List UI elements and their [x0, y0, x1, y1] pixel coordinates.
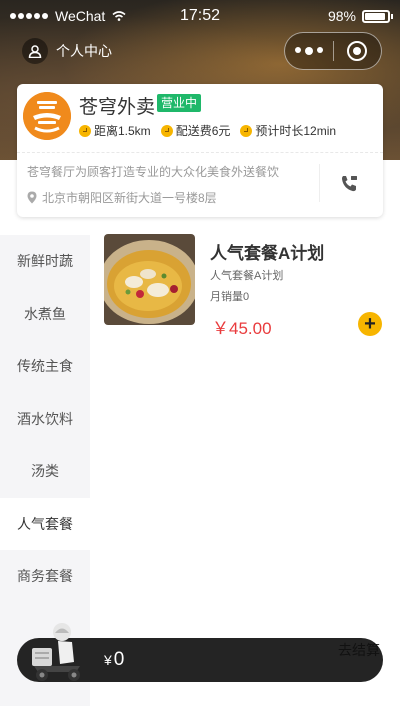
location-pin-icon	[27, 191, 37, 204]
address-text: 北京市朝阳区新街大道一号楼8层	[42, 191, 217, 205]
product-image	[104, 234, 195, 325]
product-item[interactable]: 人气套餐A计划 人气套餐A计划 月销量0 ￥45.00 +	[104, 234, 394, 338]
category-item-active[interactable]: 人气套餐	[0, 497, 90, 550]
user-icon	[22, 38, 48, 64]
personal-center-label: 个人中心	[56, 43, 112, 59]
category-item[interactable]: 新鲜时蔬	[0, 235, 90, 288]
more-menu-button[interactable]	[285, 47, 333, 55]
shop-info-card: 苍穹外卖 营业中 距离1.5km 配送费6元 预计时长12min 苍穹餐厅为顾客…	[17, 84, 383, 217]
battery-icon	[362, 9, 393, 23]
cart-total: ¥0	[104, 649, 124, 671]
plus-icon: +	[364, 313, 376, 335]
product-name: 人气套餐A计划	[210, 244, 325, 263]
personal-center-link[interactable]: 个人中心	[22, 38, 112, 64]
shop-logo	[23, 92, 71, 140]
shop-meta: 距离1.5km 配送费6元 预计时长12min	[79, 122, 336, 139]
card-divider	[17, 152, 383, 153]
cart-total-amount: 0	[113, 649, 125, 670]
status-bar: WeChat 17:52 98%	[0, 0, 400, 32]
distance-text: 距离1.5km	[94, 124, 151, 138]
product-sales: 月销量0	[210, 291, 250, 303]
miniprogram-capsule	[284, 32, 382, 70]
delivery-fee-icon	[160, 124, 173, 137]
category-item[interactable]: 传统主食	[0, 340, 90, 393]
distance-icon	[79, 124, 91, 137]
battery-percent: 98%	[327, 8, 356, 24]
checkout-button[interactable]: 去结算	[338, 640, 380, 660]
phone-icon	[342, 176, 357, 192]
eta-icon	[240, 124, 253, 137]
delivery-fee-text: 配送费6元	[175, 124, 231, 138]
exit-icon	[347, 41, 368, 61]
product-description: 人气套餐A计划	[210, 270, 284, 282]
add-to-cart-button[interactable]: +	[358, 312, 382, 336]
delivery-rider-icon[interactable]	[28, 620, 88, 684]
category-item[interactable]: 商务套餐	[0, 550, 90, 603]
category-item[interactable]: 汤类	[0, 445, 90, 498]
category-item[interactable]: 水煮鱼	[0, 288, 90, 341]
exit-button[interactable]	[334, 41, 382, 61]
currency-symbol: ¥	[104, 652, 112, 668]
call-shop-button[interactable]	[335, 170, 363, 198]
phone-divider	[319, 164, 320, 202]
eta-text: 预计时长12min	[255, 124, 337, 138]
shop-description: 苍穹餐厅为顾客打造专业的大众化美食外送餐饮	[27, 165, 280, 179]
product-price: ￥45.00	[212, 319, 272, 338]
shop-name: 苍穹外卖	[79, 97, 156, 118]
shop-address: 北京市朝阳区新街大道一号楼8层	[27, 189, 217, 206]
category-item[interactable]: 酒水饮料	[0, 393, 90, 446]
open-status-badge: 营业中	[157, 94, 202, 112]
